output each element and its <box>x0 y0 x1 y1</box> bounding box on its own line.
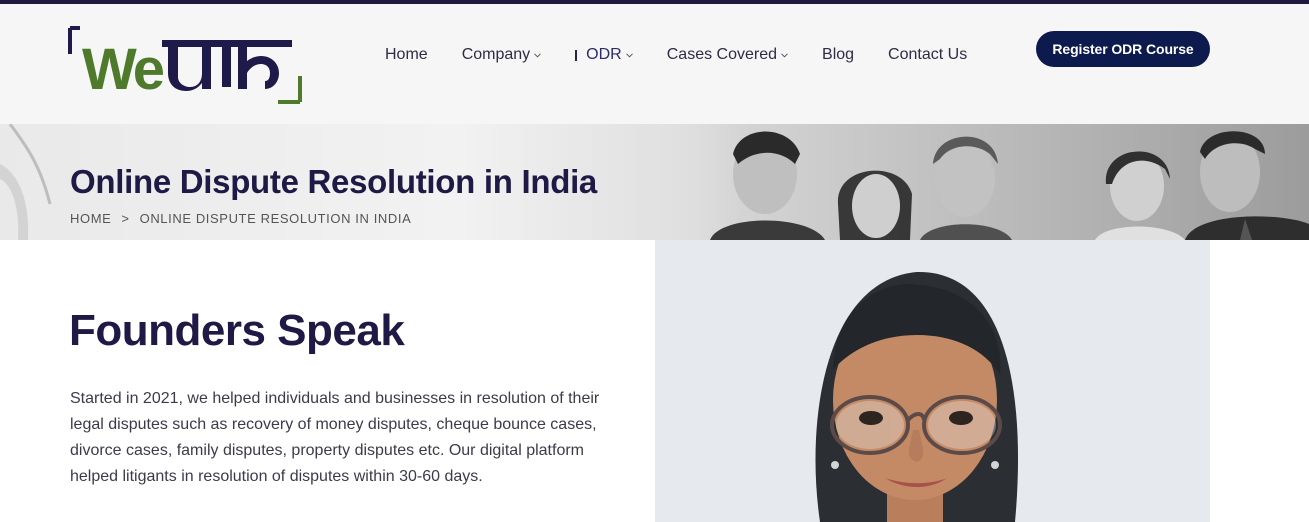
page-banner: Online Dispute Resolution in India HOME … <box>0 124 1309 240</box>
nav-item-contact-us[interactable]: Contact Us <box>888 46 967 64</box>
nav-item-odr-label: ODR <box>586 46 622 63</box>
breadcrumb: HOME > ONLINE DISPUTE RESOLUTION IN INDI… <box>70 211 411 226</box>
register-odr-course-button[interactable]: Register ODR Course <box>1036 31 1210 67</box>
nav-item-cases-covered[interactable]: Cases Covered <box>667 46 788 64</box>
nav-item-blog-label: Blog <box>822 46 855 63</box>
team-photo <box>640 124 1309 240</box>
founder-photo <box>655 240 1210 522</box>
nav-item-contact-us-label: Contact Us <box>888 46 968 63</box>
chevron-down-icon <box>625 52 633 58</box>
founders-speak-heading: Founders Speak <box>69 306 405 355</box>
nav-item-home[interactable]: Home <box>385 46 428 64</box>
breadcrumb-separator: > <box>121 211 130 226</box>
chevron-down-icon <box>534 52 542 58</box>
breadcrumb-home-link[interactable]: HOME <box>70 211 111 226</box>
plant-decoration <box>0 124 52 240</box>
site-header: We Home Company ODR Cases Covered Blog C… <box>0 4 1309 124</box>
founders-speak-text: Started in 2021, we helped individuals a… <box>70 390 600 485</box>
nav-item-company[interactable]: Company <box>461 46 542 64</box>
page-title: Online Dispute Resolution in India <box>70 163 597 200</box>
nav-item-company-label: Company <box>461 46 531 63</box>
chevron-down-icon <box>781 52 788 58</box>
active-nav-marker <box>575 49 578 61</box>
nav-item-home-label: Home <box>385 46 428 63</box>
nav-item-cases-covered-label: Cases Covered <box>666 46 778 63</box>
nav-item-blog[interactable]: Blog <box>822 46 854 64</box>
svg-text:We: We <box>82 37 164 102</box>
wevaad-logo[interactable]: We <box>68 26 302 104</box>
nav-item-odr[interactable]: ODR <box>575 46 633 64</box>
main-nav: Home Company ODR Cases Covered Blog Cont… <box>385 42 1001 68</box>
breadcrumb-current: ONLINE DISPUTE RESOLUTION IN INDIA <box>139 211 412 226</box>
